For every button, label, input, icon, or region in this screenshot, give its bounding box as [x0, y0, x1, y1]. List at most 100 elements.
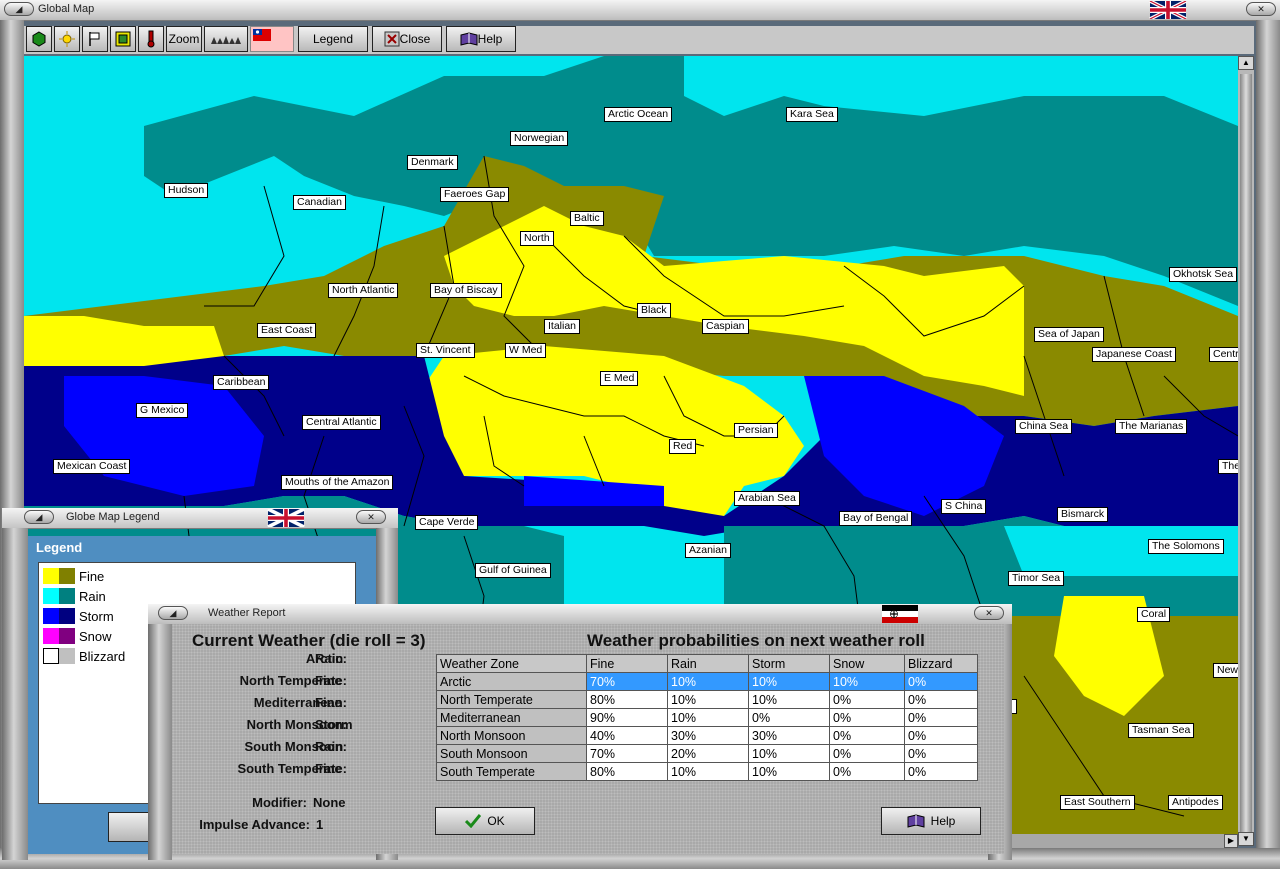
legend-button[interactable]: Legend	[298, 26, 368, 52]
map-label[interactable]: Persian	[734, 423, 778, 438]
terrain-button[interactable]	[204, 26, 248, 52]
map-label[interactable]: Red	[669, 439, 697, 454]
map-label[interactable]: G Mexico	[136, 403, 189, 418]
table-row[interactable]: Arctic 70% 10% 10% 10% 0%	[436, 672, 978, 691]
units-button[interactable]	[26, 26, 52, 52]
map-label[interactable]: Caspian	[702, 319, 749, 334]
minimize-button[interactable]: ◢	[4, 2, 34, 16]
flag-button[interactable]	[82, 26, 108, 52]
map-label[interactable]: Bismarck	[1057, 507, 1109, 522]
table-row[interactable]: North Temperate 80% 10% 10% 0% 0%	[436, 690, 978, 709]
zoom-button[interactable]: Zoom	[166, 26, 202, 52]
china-flag-icon[interactable]	[250, 26, 294, 52]
table-row[interactable]: South Temperate 80% 10% 10% 0% 0%	[436, 762, 978, 781]
help-button[interactable]: Help	[446, 26, 516, 52]
map-label[interactable]: Caribbean	[213, 375, 270, 390]
map-label[interactable]: Kara Sea	[786, 107, 838, 122]
map-label[interactable]: Baltic	[570, 211, 604, 226]
map-label[interactable]: S China	[941, 499, 987, 514]
right-frame	[1256, 20, 1280, 869]
map-label[interactable]: East Coast	[257, 323, 317, 338]
map-label[interactable]: Black	[637, 303, 671, 318]
current-weather-heading: Current Weather (die roll = 3)	[192, 631, 426, 650]
map-label[interactable]: Italian	[544, 319, 581, 334]
map-label[interactable]: W Med	[505, 343, 547, 358]
map-label[interactable]: Arctic Ocean	[604, 107, 673, 122]
weather-button[interactable]	[54, 26, 80, 52]
map-label[interactable]: Central P	[1209, 347, 1238, 362]
map-label[interactable]: Gulf of Guinea	[475, 563, 551, 578]
map-label[interactable]: Timor Sea	[1008, 571, 1065, 586]
map-label[interactable]: Hudson	[164, 183, 209, 198]
map-label[interactable]: Coral	[1137, 607, 1171, 622]
map-label[interactable]: Denmark	[407, 155, 458, 170]
map-label[interactable]: Antipodes	[1168, 795, 1223, 810]
window-close-button[interactable]: ✕	[1246, 2, 1276, 16]
thermometer-button[interactable]	[138, 26, 164, 52]
map-grid-icon	[115, 31, 131, 47]
legend-window-title: Globe Map Legend	[66, 511, 160, 523]
weather-minimize-button[interactable]: ◢	[158, 606, 188, 620]
map-label[interactable]: Cape Verde	[415, 515, 479, 530]
legend-minimize-button[interactable]: ◢	[24, 510, 54, 524]
table-row[interactable]: Mediterranean 90% 10% 0% 0% 0%	[436, 708, 978, 727]
map-label[interactable]: East Southern	[1060, 795, 1135, 810]
table-cell: 0%	[904, 726, 978, 745]
zone-value: Rain	[315, 651, 344, 666]
map-label[interactable]: North	[520, 231, 554, 246]
legend-heading: Legend	[36, 540, 83, 555]
blizzard-swatch-dark	[59, 648, 75, 664]
map-label[interactable]: The Marianas	[1115, 419, 1188, 434]
legend-close-button[interactable]: ✕	[356, 510, 386, 524]
map-overlay-button[interactable]	[110, 26, 136, 52]
map-label[interactable]: Tasman Sea	[1128, 723, 1195, 738]
modifier-value: None	[313, 795, 346, 810]
table-cell: 0%	[829, 690, 905, 709]
map-label[interactable]: Bay of Bengal	[839, 511, 913, 526]
map-label[interactable]: The Solomons	[1148, 539, 1224, 554]
map-label[interactable]: Norwegian	[510, 131, 569, 146]
map-label[interactable]: Azanian	[685, 543, 731, 558]
weather-help-button[interactable]: Help	[881, 807, 981, 835]
map-label[interactable]: Mexican Coast	[53, 459, 131, 474]
map-label[interactable]: Japanese Coast	[1092, 347, 1176, 362]
main-titlebar: ◢ Global Map ✕	[0, 0, 1280, 21]
ok-button[interactable]: OK	[435, 807, 535, 835]
map-label[interactable]: Faeroes Gap	[440, 187, 510, 202]
flag-icon	[89, 32, 100, 46]
table-row[interactable]: North Monsoon 40% 30% 30% 0% 0%	[436, 726, 978, 745]
map-label[interactable]: Mouths of the Amazon	[281, 475, 394, 490]
scroll-down-button[interactable]: ▼	[1238, 832, 1254, 846]
table-cell: 10%	[667, 690, 749, 709]
scroll-thumb[interactable]	[1240, 74, 1252, 834]
map-label[interactable]: North Atlantic	[328, 283, 399, 298]
snow-swatch-light	[43, 628, 59, 644]
map-label[interactable]: Bay of Biscay	[430, 283, 502, 298]
fine-swatch-light	[43, 568, 59, 584]
weather-close-button[interactable]: ✕	[974, 606, 1004, 620]
map-vertical-scrollbar[interactable]: ▲ ▼	[1238, 56, 1254, 846]
map-label[interactable]: Central Atlantic	[302, 415, 381, 430]
snow-swatch-dark	[59, 628, 75, 644]
map-label[interactable]: Sea of Japan	[1034, 327, 1104, 342]
table-row[interactable]: South Monsoon 70% 20% 10% 0% 0%	[436, 744, 978, 763]
storm-swatch-light	[43, 608, 59, 624]
map-label[interactable]: Arabian Sea	[734, 491, 800, 506]
map-label[interactable]: Canadian	[293, 195, 346, 210]
table-cell: 10%	[667, 672, 749, 691]
map-label[interactable]: China Sea	[1015, 419, 1073, 434]
table-cell: 70%	[586, 672, 668, 691]
map-label[interactable]: New Z	[1213, 663, 1238, 678]
table-cell: 0%	[904, 744, 978, 763]
close-button[interactable]: Close	[372, 26, 442, 52]
impulse-label: Impulse Advance:	[199, 817, 310, 832]
map-label[interactable]: Okhotsk Sea	[1169, 267, 1238, 282]
map-label[interactable]: E Med	[600, 371, 639, 386]
scroll-up-button[interactable]: ▲	[1238, 56, 1254, 70]
scroll-right-button[interactable]: ▶	[1224, 834, 1238, 848]
book-icon	[460, 32, 478, 46]
map-label[interactable]: St. Vincent	[416, 343, 475, 358]
map-label[interactable]: The	[1218, 459, 1238, 474]
table-cell: South Temperate	[436, 762, 587, 781]
window-title: Global Map	[38, 3, 95, 15]
